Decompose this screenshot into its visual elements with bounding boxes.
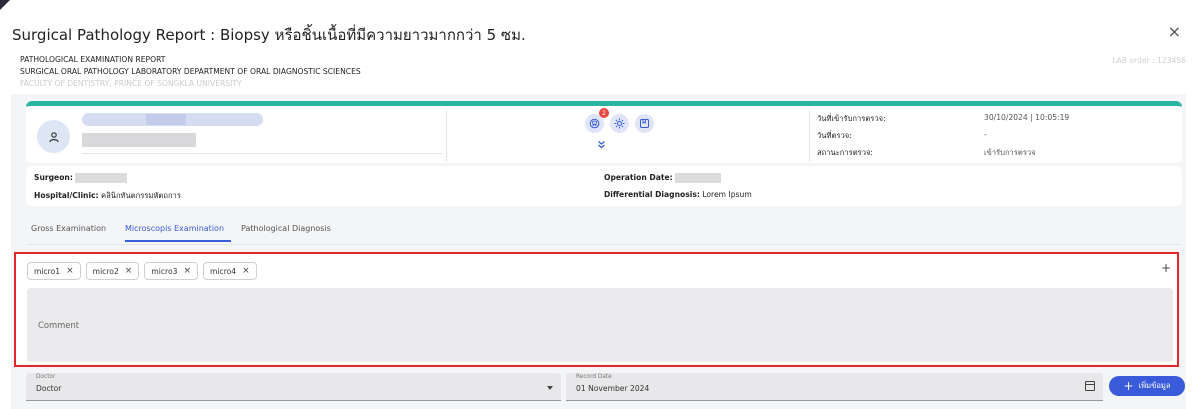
record-date-field[interactable]: Record Date 01 November 2024 (566, 373, 1103, 401)
surgeon-label: Surgeon: (34, 173, 73, 182)
hospital-value: คลินิกทันตกรรมหัตถการ (101, 191, 181, 200)
exam-date-label: วันที่ตรวจ: (817, 131, 852, 140)
lab-order: LAB order : 123456 (1112, 56, 1186, 65)
chip-micro4[interactable]: micro4 × (203, 262, 257, 280)
exam-status-value: เข้ารับการตรวจ (984, 148, 1036, 157)
hospital-label: Hospital/Clinic: (34, 191, 99, 200)
bookmark-icon[interactable] (635, 114, 654, 133)
visit-date-label: วันที่เข้ารับการตรวจ: (817, 114, 886, 123)
comment-input[interactable]: Comment (27, 288, 1173, 362)
plus-icon: + (1123, 379, 1134, 393)
diff-diagnosis-label: Differential Diagnosis: (604, 190, 700, 199)
hospital-row: Hospital/Clinic: คลินิกทันตกรรมหัตถการ (34, 190, 181, 202)
doctor-select[interactable]: Doctor Doctor (26, 373, 561, 401)
chip-micro1[interactable]: micro1 × (27, 262, 81, 280)
tooth-icon[interactable]: 2 (585, 108, 609, 133)
report-header-line2: SURGICAL ORAL PATHOLOGY LABORATORY DEPAR… (20, 67, 361, 76)
chip-micro2[interactable]: micro2 × (85, 262, 140, 280)
tab-microscopic-examination[interactable]: Microscopis Examination (125, 224, 224, 233)
exam-status-label: สถานะการตรวจ: (817, 148, 873, 157)
chip-label: micro3 (151, 266, 178, 276)
user-icon (37, 120, 70, 153)
close-icon[interactable]: × (183, 266, 191, 276)
doctor-label: Doctor (36, 374, 56, 380)
report-header-line1: PATHOLOGICAL EXAMINATION REPORT (20, 55, 166, 64)
calendar-icon[interactable] (1085, 381, 1095, 391)
dialog-title: Surgical Pathology Report : Biopsy หรือช… (12, 26, 526, 44)
surgery-info-card: Surgeon: Hospital/Clinic: คลินิกทันตกรรม… (26, 166, 1182, 206)
microscopic-panel: micro1 × micro2 × micro3 × micro4 × + Co… (14, 252, 1179, 367)
patient-card: 2 วันที่เข้ารับการตรวจ: 30/10/2024 | 10:… (26, 101, 1182, 163)
close-icon[interactable]: × (242, 266, 250, 276)
diff-diagnosis-row: Differential Diagnosis: Lorem Ipsum (604, 190, 752, 199)
close-icon[interactable]: × (125, 266, 133, 276)
doctor-value: Doctor (36, 384, 62, 393)
record-date-label: Record Date (576, 374, 612, 380)
record-date-value: 01 November 2024 (576, 384, 650, 393)
notification-badge: 2 (599, 108, 609, 118)
operation-date-redacted (675, 173, 722, 183)
tab-pathological-diagnosis[interactable]: Pathological Diagnosis (241, 224, 331, 233)
operation-date-row: Operation Date: (604, 173, 722, 183)
report-header-line3: FACULTY OF DENTISTRY, PRINCE OF SONGKLA … (20, 79, 242, 88)
close-icon[interactable]: × (66, 266, 74, 276)
chip-list: micro1 × micro2 × micro3 × micro4 × (27, 262, 257, 280)
tab-gross-examination[interactable]: Gross Examination (31, 224, 106, 233)
active-tab-indicator (125, 240, 231, 242)
diff-diagnosis-value: Lorem Ipsum (702, 190, 752, 199)
settings-icon[interactable] (610, 114, 629, 133)
surgeon-row: Surgeon: (34, 173, 128, 183)
add-data-button-label: เพิ่มข้อมูล (1138, 381, 1171, 390)
corner-mark (0, 0, 10, 10)
visit-date-value: 30/10/2024 | 10:05:19 (984, 113, 1070, 122)
chip-label: micro4 (210, 266, 237, 276)
exam-date-value: - (984, 130, 987, 139)
chevron-double-down-icon[interactable] (597, 140, 606, 152)
tab-bar: Gross Examination Microscopis Examinatio… (26, 214, 1182, 245)
chip-label: micro2 (92, 266, 119, 276)
add-data-button[interactable]: + เพิ่มข้อมูล (1109, 376, 1185, 396)
patient-name-redacted (82, 113, 263, 126)
patient-id-redacted (82, 133, 196, 147)
chevron-down-icon[interactable] (547, 386, 553, 390)
divider (82, 153, 442, 154)
divider (446, 110, 447, 162)
comment-placeholder: Comment (38, 320, 80, 330)
close-icon[interactable]: × (1168, 24, 1181, 40)
plus-icon[interactable]: + (1161, 262, 1171, 274)
divider (809, 110, 810, 162)
operation-date-label: Operation Date: (604, 173, 673, 182)
chip-label: micro1 (34, 266, 61, 276)
surgeon-redacted (75, 173, 128, 183)
chip-micro3[interactable]: micro3 × (144, 262, 199, 280)
